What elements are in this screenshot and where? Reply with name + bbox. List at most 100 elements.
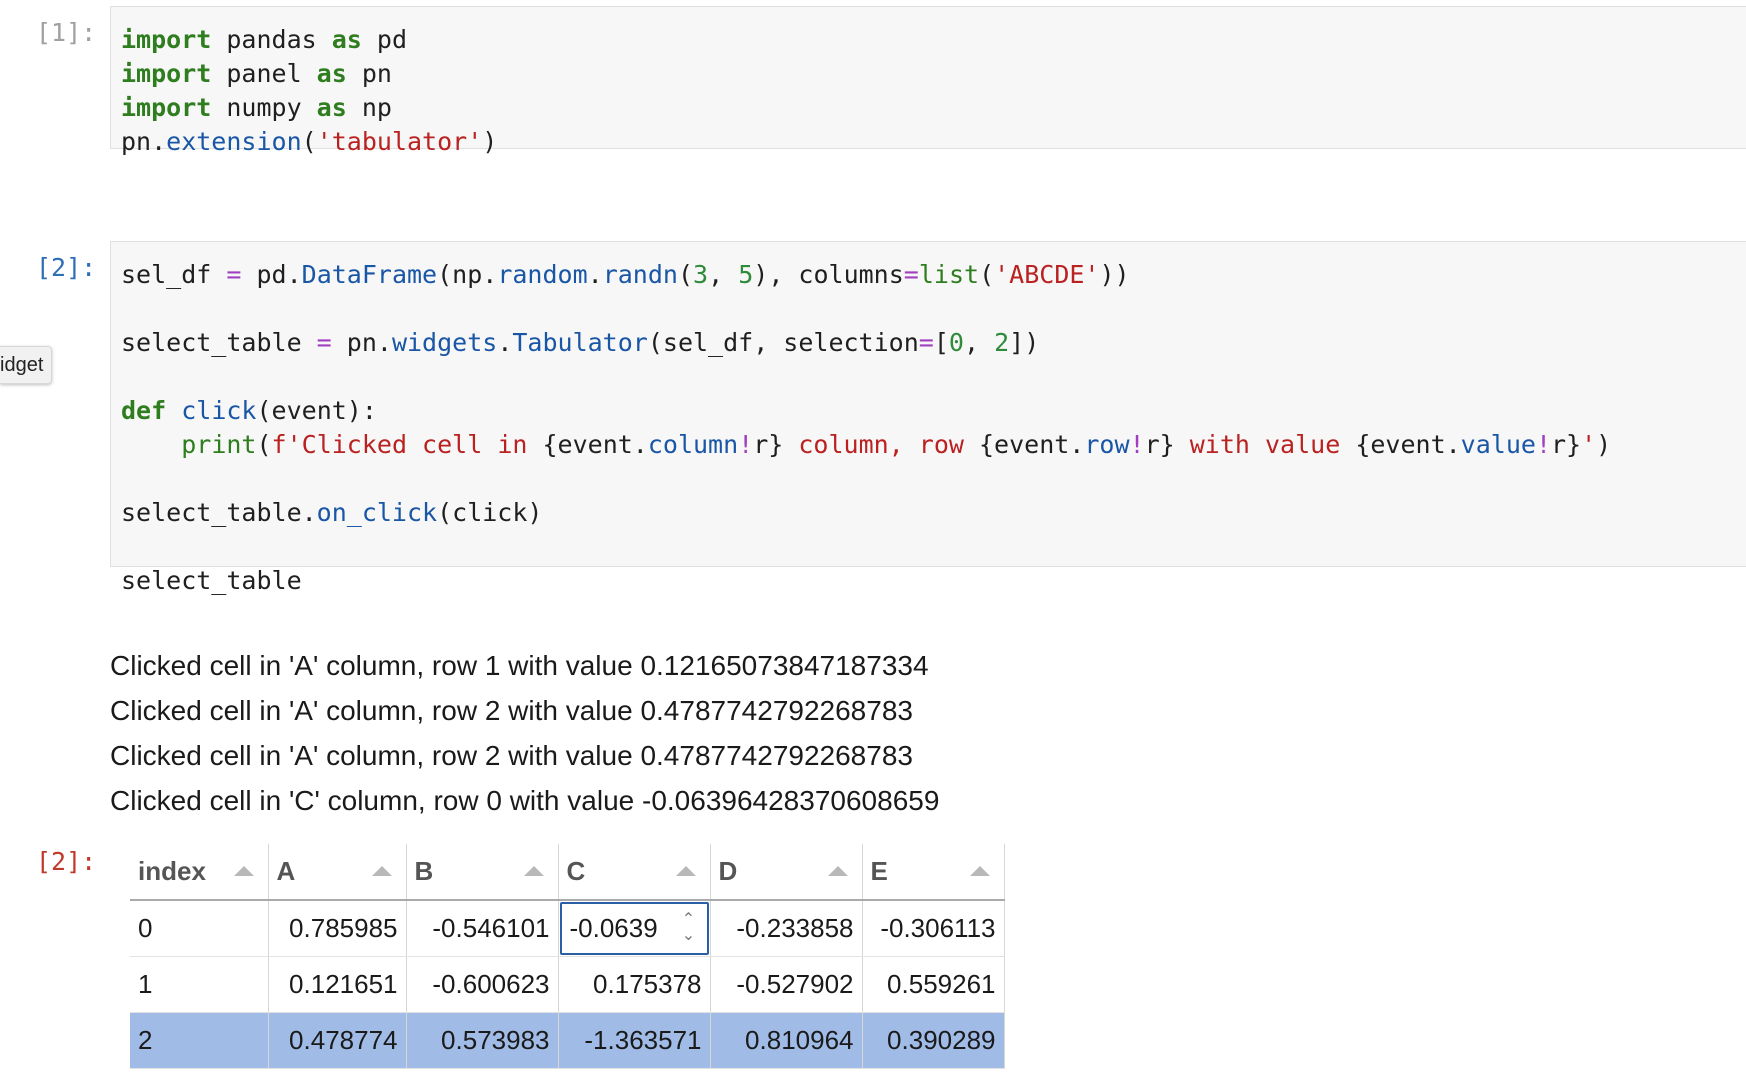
code-token: import xyxy=(121,25,212,54)
table-cell[interactable]: -0.527902 xyxy=(710,956,863,1013)
table-row[interactable]: 0 0.785985 -0.546101 -0.0639 ⌃ ⌄ -0.23385… xyxy=(130,900,1005,957)
code-token: extension xyxy=(166,127,302,156)
column-header-e[interactable]: E xyxy=(862,844,1005,901)
cell-1-prompt: [1]: xyxy=(36,18,97,47)
column-header-label: index xyxy=(138,856,206,886)
table-cell[interactable]: 0.810964 xyxy=(710,1012,863,1069)
stdout-line: Clicked cell in 'A' column, row 2 with v… xyxy=(110,695,913,726)
code-token: on_click xyxy=(316,498,438,527)
code-token: panel xyxy=(211,59,317,88)
sort-arrow-icon[interactable] xyxy=(969,866,990,876)
table-cell[interactable]: -0.546101 xyxy=(406,900,559,957)
code-token: . xyxy=(497,328,513,357)
code-token: (event): xyxy=(256,396,377,425)
stdout-line: Clicked cell in 'A' column, row 1 with v… xyxy=(110,650,929,681)
code-token: pandas xyxy=(211,25,332,54)
sort-arrow-icon[interactable] xyxy=(523,866,544,876)
code-token: np xyxy=(346,93,392,122)
code-token: random xyxy=(497,260,588,289)
table-cell[interactable]: 0.785985 xyxy=(268,900,407,957)
code-token: . xyxy=(587,260,603,289)
column-header-label: C xyxy=(566,856,586,886)
widget-tooltip: idget xyxy=(0,346,53,384)
table-cell[interactable]: 0.478774 xyxy=(268,1012,407,1069)
column-header-a[interactable]: A xyxy=(268,844,407,901)
code-token: select_table xyxy=(121,328,317,357)
code-token: as xyxy=(316,59,347,88)
code-token: click xyxy=(181,396,257,425)
code-token: column xyxy=(647,430,739,459)
number-spinner-icon[interactable]: ⌃ ⌄ xyxy=(676,912,701,946)
column-header-c[interactable]: C xyxy=(558,844,711,901)
code-token: as xyxy=(331,25,362,54)
code-token: = xyxy=(918,328,934,357)
code-token: ]) xyxy=(1009,328,1040,357)
sort-arrow-icon[interactable] xyxy=(827,866,848,876)
code-token: ) xyxy=(1596,430,1612,459)
code-token: )) xyxy=(1099,260,1130,289)
table-cell[interactable]: 0.559261 xyxy=(862,956,1005,1013)
table-cell[interactable]: 0.175378 xyxy=(558,956,711,1013)
code-token: DataFrame xyxy=(301,260,438,289)
table-cell[interactable]: 0.390289 xyxy=(862,1012,1005,1069)
sort-arrow-icon[interactable] xyxy=(233,866,254,876)
code-cell-1-source[interactable]: import pandas as pd import panel as pn i… xyxy=(111,7,1746,171)
table-cell[interactable]: -0.233858 xyxy=(710,900,863,957)
table-cell[interactable]: 0.121651 xyxy=(268,956,407,1013)
code-token: , xyxy=(708,260,739,289)
code-token: 0 xyxy=(948,328,964,357)
notebook-page: [1]: import pandas as pd import panel as… xyxy=(0,0,1746,1082)
code-token: {event. xyxy=(542,430,648,459)
code-token: = xyxy=(226,260,242,289)
code-token: ) xyxy=(482,127,498,156)
code-token: pd. xyxy=(241,260,302,289)
code-token: {event. xyxy=(979,430,1085,459)
code-token: = xyxy=(903,260,919,289)
code-token: r} xyxy=(1144,430,1175,459)
table-cell[interactable]: -0.306113 xyxy=(862,900,1005,957)
code-token: def xyxy=(121,396,167,425)
code-token: as xyxy=(316,93,347,122)
code-token: pn. xyxy=(331,328,392,357)
code-cell-2-source[interactable]: sel_df = pd.DataFrame(np.random.randn(3,… xyxy=(111,242,1746,610)
column-header-label: A xyxy=(276,856,296,886)
table-cell[interactable]: -0.600623 xyxy=(406,956,559,1013)
code-token: ! xyxy=(1129,430,1145,459)
code-token: = xyxy=(316,328,332,357)
sort-arrow-icon[interactable] xyxy=(371,866,392,876)
code-token: 3 xyxy=(693,260,709,289)
code-token: ( xyxy=(979,260,995,289)
column-header-index[interactable]: index xyxy=(130,844,269,901)
code-token: print xyxy=(181,430,257,459)
table-cell-index[interactable]: 0 xyxy=(130,900,269,957)
code-token: 2 xyxy=(994,328,1010,357)
column-header-d[interactable]: D xyxy=(710,844,863,901)
table-row[interactable]: 1 0.121651 -0.600623 0.175378 -0.527902 … xyxy=(130,956,1005,1013)
code-token: randn xyxy=(602,260,678,289)
code-token: 5 xyxy=(738,260,754,289)
table-cell[interactable]: -1.363571 xyxy=(558,1012,711,1069)
sort-arrow-icon[interactable] xyxy=(675,866,696,876)
table-cell-index[interactable]: 2 xyxy=(130,1012,269,1069)
code-token: ), columns xyxy=(753,260,904,289)
code-token: select_table. xyxy=(121,498,317,527)
column-header-b[interactable]: B xyxy=(406,844,559,901)
code-token: ( xyxy=(256,430,272,459)
code-token: sel_df xyxy=(121,260,227,289)
table-cell-index[interactable]: 1 xyxy=(130,956,269,1013)
code-token: list xyxy=(918,260,980,289)
code-token: with value xyxy=(1174,430,1356,459)
code-token: pn xyxy=(346,59,392,88)
table-row-selected[interactable]: 2 0.478774 0.573983 -1.363571 0.810964 0… xyxy=(130,1012,1005,1069)
table-header-row: index A B C D E xyxy=(130,844,1005,901)
code-token: r} xyxy=(753,430,784,459)
code-token: f'Clicked cell in xyxy=(271,430,543,459)
tabulator-table[interactable]: index A B C D E 0 0.785985 -0.546101 -0.… xyxy=(130,844,1005,1069)
code-cell-1[interactable]: import pandas as pd import panel as pn i… xyxy=(110,6,1746,156)
code-cell-2[interactable]: sel_df = pd.DataFrame(np.random.randn(3,… xyxy=(110,241,1746,595)
table-cell-editing[interactable]: -0.0639 ⌃ ⌄ xyxy=(558,900,711,957)
table-cell[interactable]: 0.573983 xyxy=(406,1012,559,1069)
cell-edit-input[interactable]: -0.0639 ⌃ ⌄ xyxy=(559,902,709,955)
